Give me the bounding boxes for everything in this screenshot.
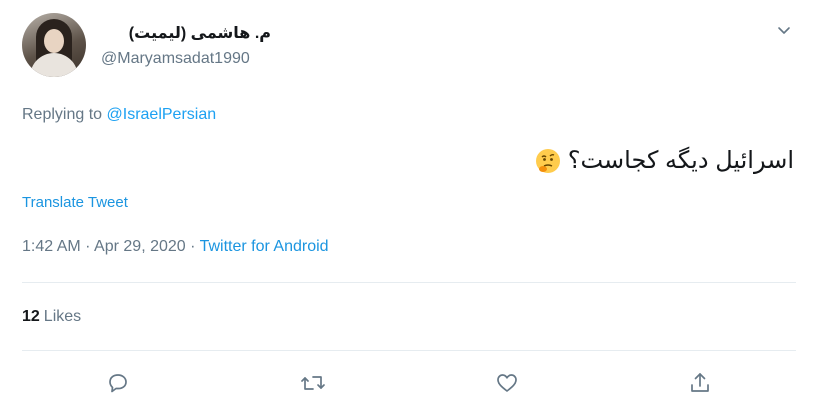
- meta-separator: ·: [190, 238, 196, 255]
- reply-icon[interactable]: [105, 370, 131, 396]
- divider: [22, 282, 796, 283]
- tweet-body: اسرائیل دیگه کجاست؟: [567, 147, 794, 174]
- avatar[interactable]: [22, 13, 86, 77]
- translate-tweet-link[interactable]: Translate Tweet: [22, 194, 128, 211]
- tweet-source-link[interactable]: Twitter for Android: [200, 238, 329, 255]
- avatar-face: [44, 29, 64, 53]
- user-handle[interactable]: @Maryamsadat1990: [101, 50, 250, 68]
- divider: [22, 350, 796, 351]
- retweet-icon[interactable]: [300, 370, 326, 396]
- replying-to: Replying to @IsraelPersian: [22, 106, 216, 124]
- chevron-down-icon[interactable]: [776, 22, 792, 38]
- likes-count: 12: [22, 308, 40, 325]
- replying-prefix: Replying to: [22, 106, 103, 123]
- display-name[interactable]: م. هاشمی (لیمیت): [129, 23, 271, 43]
- reply-mention-link[interactable]: @IsraelPersian: [107, 106, 217, 123]
- meta-separator: ·: [85, 238, 91, 255]
- tweet-meta: 1:42 AM · Apr 29, 2020 · Twitter for And…: [22, 238, 329, 256]
- heart-icon[interactable]: [494, 370, 520, 396]
- likes-stat[interactable]: 12 Likes: [22, 308, 81, 326]
- likes-label: Likes: [43, 308, 82, 325]
- thinking-face-icon: [534, 147, 562, 175]
- tweet-text: اسرائیل دیگه کجاست؟: [534, 146, 794, 175]
- tweet-time[interactable]: 1:42 AM: [22, 238, 81, 255]
- tweet-date[interactable]: Apr 29, 2020: [94, 238, 186, 255]
- share-icon[interactable]: [687, 370, 713, 396]
